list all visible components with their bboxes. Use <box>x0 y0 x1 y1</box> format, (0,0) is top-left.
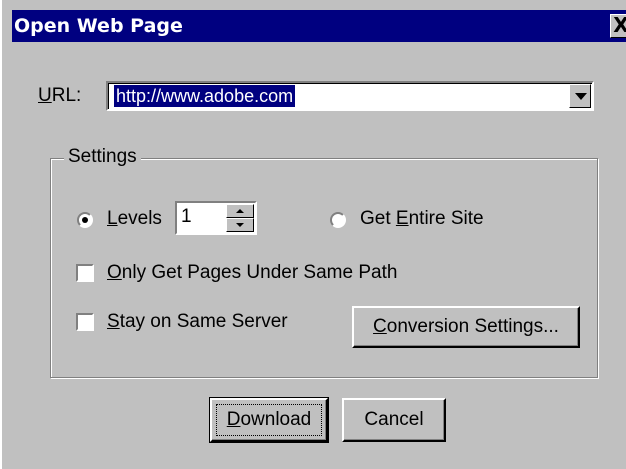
same-server-checkbox[interactable] <box>76 313 94 331</box>
url-dropdown-button[interactable] <box>569 84 591 108</box>
open-web-page-dialog: Open Web Page X URL: http://www.adobe.co… <box>0 0 626 469</box>
download-button[interactable]: Download <box>209 397 329 443</box>
arrow-up-icon <box>236 209 244 213</box>
dialog-title: Open Web Page <box>14 15 183 37</box>
entire-site-label[interactable]: Get Entire Site <box>360 208 484 230</box>
cancel-button[interactable]: Cancel <box>342 398 446 442</box>
url-input[interactable]: http://www.adobe.com <box>114 85 296 107</box>
download-label: Download <box>226 409 312 430</box>
url-label: URL: <box>38 85 82 106</box>
entire-site-radio[interactable] <box>330 212 346 228</box>
same-server-label[interactable]: Stay on Same Server <box>107 311 288 333</box>
levels-stepper[interactable]: 1 <box>175 201 257 235</box>
levels-radio[interactable] <box>77 212 93 228</box>
chevron-down-icon <box>575 93 587 100</box>
close-button[interactable]: X <box>610 14 626 38</box>
same-path-label[interactable]: Only Get Pages Under Same Path <box>107 262 397 284</box>
title-bar[interactable]: Open Web Page X <box>12 10 626 42</box>
conversion-settings-label: Conversion Settings... <box>373 316 559 337</box>
levels-decrement-button[interactable] <box>226 218 254 232</box>
close-icon: X <box>613 13 626 37</box>
same-path-checkbox[interactable] <box>76 264 94 282</box>
radio-selected-dot <box>82 217 88 223</box>
levels-increment-button[interactable] <box>226 204 254 218</box>
levels-label[interactable]: Levels <box>107 208 162 230</box>
url-combobox[interactable]: http://www.adobe.com <box>106 81 594 111</box>
cancel-label: Cancel <box>364 409 424 430</box>
arrow-down-icon <box>236 223 244 227</box>
settings-group-title: Settings <box>64 146 141 168</box>
conversion-settings-button[interactable]: Conversion Settings... <box>352 306 580 348</box>
levels-input[interactable]: 1 <box>181 206 192 228</box>
